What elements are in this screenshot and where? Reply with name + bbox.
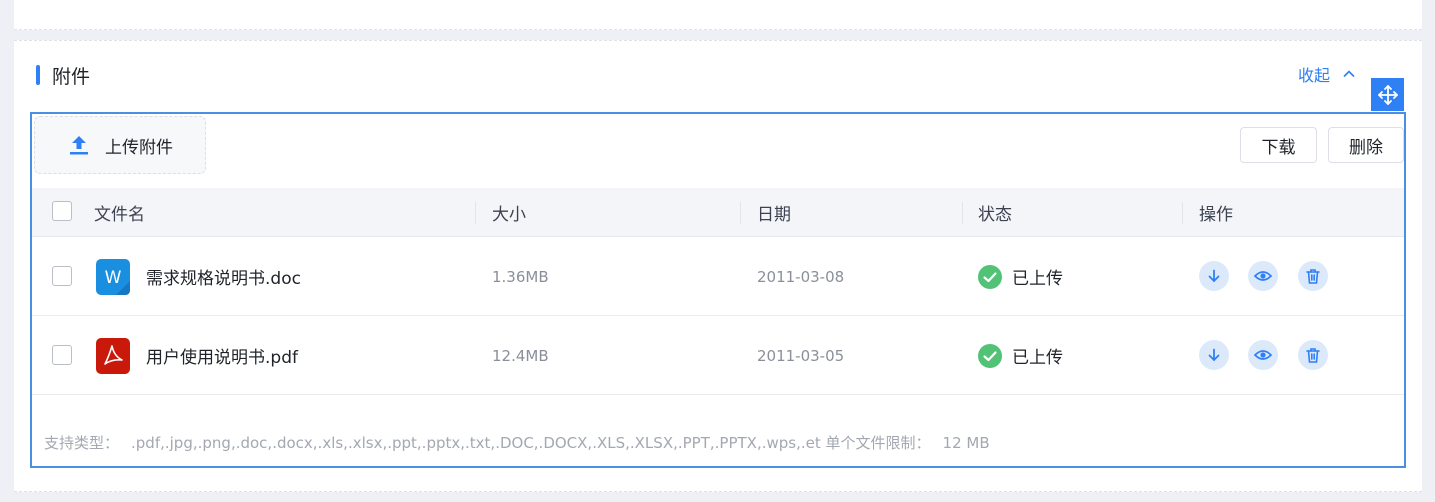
section-header: 附件 [36, 62, 90, 88]
column-header-size: 大小 [492, 205, 526, 225]
row-checkbox[interactable] [52, 345, 72, 365]
download-icon [1208, 269, 1220, 282]
supported-types-value: .pdf,.jpg,.png,.doc,.docx,.xls,.xlsx,.pp… [131, 434, 821, 452]
status-text: 已上传 [1012, 348, 1063, 368]
svg-text:W: W [105, 268, 122, 288]
attachment-panel: 上传附件 下载 删除 文件名 大小 日期 状态 操作 W 需求规格说明书.doc… [30, 112, 1406, 468]
check-circle-icon [978, 343, 1002, 368]
status-text: 已上传 [1012, 269, 1063, 289]
file-size: 12.4MB [492, 346, 549, 365]
column-header-filename: 文件名 [94, 205, 145, 225]
status-badge: 已上传 [978, 237, 1063, 316]
file-size-limit-label: 单个文件限制： [825, 434, 931, 452]
move-icon [1377, 84, 1398, 105]
title-accent-bar [36, 65, 40, 85]
collapse-toggle[interactable]: 收起 [1298, 63, 1356, 85]
file-name[interactable]: 需求规格说明书.doc [146, 264, 301, 289]
column-divider [740, 202, 741, 224]
upload-label: 上传附件 [105, 137, 173, 158]
table-row: 用户使用说明书.pdf 12.4MB 2011-03-05 已上传 [32, 316, 1404, 395]
eye-icon [1254, 350, 1272, 360]
check-circle-icon [978, 264, 1002, 289]
row-download-button[interactable] [1199, 261, 1229, 291]
table-row: W 需求规格说明书.doc 1.36MB 2011-03-08 已上传 [32, 237, 1404, 316]
move-handle[interactable] [1371, 78, 1404, 111]
column-header-date: 日期 [757, 205, 791, 225]
row-preview-button[interactable] [1248, 261, 1278, 291]
row-preview-button[interactable] [1248, 340, 1278, 370]
column-divider [475, 202, 476, 224]
download-icon [1208, 348, 1220, 361]
row-delete-button[interactable] [1298, 340, 1328, 370]
delete-button[interactable]: 删除 [1328, 127, 1404, 163]
collapse-label: 收起 [1298, 66, 1331, 85]
upload-icon [70, 136, 88, 155]
file-size-limit-value: 12 MB [942, 434, 990, 452]
table-header: 文件名 大小 日期 状态 操作 [32, 188, 1404, 237]
download-button[interactable]: 下载 [1240, 127, 1317, 163]
row-delete-button[interactable] [1298, 261, 1328, 291]
word-doc-icon: W [96, 258, 130, 295]
trash-icon [1306, 269, 1320, 284]
section-title: 附件 [52, 65, 91, 88]
column-divider [962, 202, 963, 224]
trash-icon [1306, 348, 1320, 363]
column-divider [1182, 202, 1183, 224]
column-header-actions: 操作 [1199, 205, 1233, 225]
file-name[interactable]: 用户使用说明书.pdf [146, 343, 298, 368]
previous-panel [14, 0, 1422, 30]
row-checkbox[interactable] [52, 266, 72, 286]
status-badge: 已上传 [978, 316, 1063, 395]
pdf-file-icon [96, 337, 130, 374]
file-name-cell: W 需求规格说明书.doc [96, 237, 301, 316]
chevron-up-icon [1343, 70, 1355, 78]
eye-icon [1254, 271, 1272, 281]
file-date: 2011-03-08 [757, 267, 845, 286]
file-name-cell: 用户使用说明书.pdf [96, 316, 298, 395]
upload-attachment-button[interactable]: 上传附件 [34, 116, 206, 174]
row-download-button[interactable] [1199, 340, 1229, 370]
upload-constraints-note: 支持类型： .pdf,.jpg,.png,.doc,.docx,.xls,.xls… [44, 432, 990, 453]
file-size: 1.36MB [492, 267, 549, 286]
file-date: 2011-03-05 [757, 346, 845, 365]
supported-types-label: 支持类型： [44, 434, 120, 452]
column-header-status: 状态 [978, 205, 1012, 225]
select-all-checkbox[interactable] [52, 201, 72, 221]
